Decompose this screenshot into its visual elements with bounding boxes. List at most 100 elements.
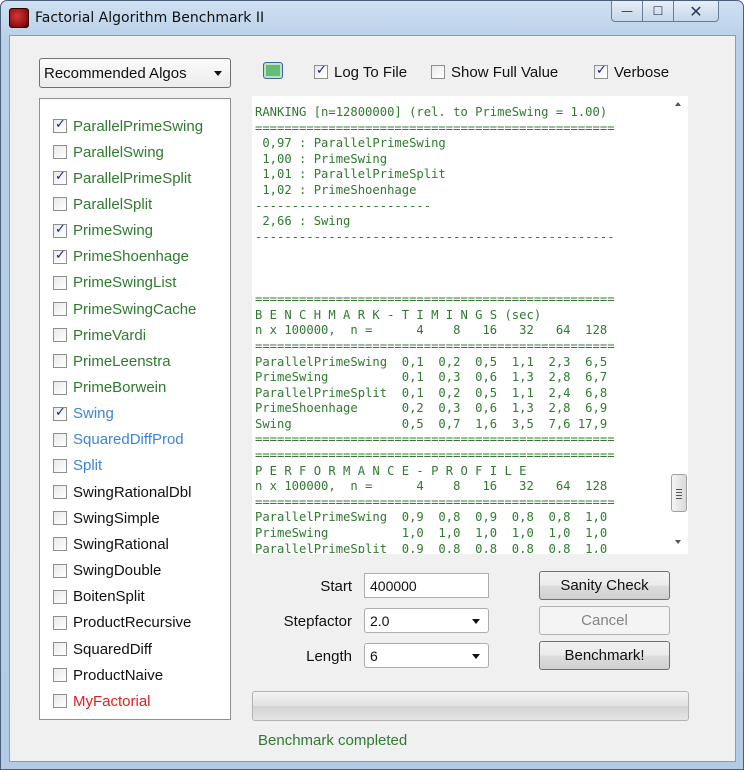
algorithm-item[interactable]: MyFactorial xyxy=(53,691,151,711)
algorithm-checkbox[interactable] xyxy=(53,432,67,447)
output-line: B E N C H M A R K - T I M I N G S (sec) xyxy=(255,307,542,322)
close-button[interactable]: ✕ xyxy=(673,1,719,22)
algorithm-item[interactable]: PrimeVardi xyxy=(53,325,146,345)
algorithm-checkbox[interactable] xyxy=(53,668,67,683)
start-input[interactable]: 400000 xyxy=(364,573,489,598)
algorithm-item[interactable]: SwingDouble xyxy=(53,561,161,581)
app-icon[interactable] xyxy=(9,8,29,28)
scroll-down-icon[interactable] xyxy=(675,540,681,544)
maximize-icon: ☐ xyxy=(652,4,664,18)
algorithm-label: ProductNaive xyxy=(73,666,164,684)
verbose-label: Verbose xyxy=(614,63,670,81)
benchmark-button[interactable]: Benchmark! xyxy=(539,641,670,670)
algorithm-label: PrimeShoenhage xyxy=(73,248,189,266)
chevron-down-icon xyxy=(214,71,222,76)
verbose-checkbox[interactable]: Verbose xyxy=(594,62,669,82)
scroll-thumb[interactable] xyxy=(671,474,687,512)
minimize-icon: — xyxy=(621,4,633,18)
algorithm-item[interactable]: SwingRational xyxy=(53,534,169,554)
algorithm-item[interactable]: ParallelPrimeSplit xyxy=(53,168,191,188)
scroll-up-icon[interactable] xyxy=(675,102,681,106)
algorithm-checkbox[interactable] xyxy=(53,222,67,238)
algorithm-item[interactable]: PrimeSwingList xyxy=(53,273,176,293)
output-line: n x 100000, n = 4 8 16 32 64 128 xyxy=(255,479,608,494)
algorithm-checkbox[interactable] xyxy=(53,642,67,656)
algorithm-checkbox[interactable] xyxy=(53,169,67,186)
output-line: ========================================… xyxy=(255,120,615,135)
color-chip-button[interactable] xyxy=(263,62,283,79)
algorithm-checkbox[interactable] xyxy=(53,615,67,630)
algorithm-item[interactable]: BoitenSplit xyxy=(53,587,145,607)
algorithm-checkbox[interactable] xyxy=(53,485,67,500)
maximize-button[interactable]: ☐ xyxy=(642,1,674,22)
show-full-value-box[interactable] xyxy=(431,65,445,79)
output-line: ParallelPrimeSplit 0,9 0,8 0,8 0,8 0,8 1… xyxy=(255,541,608,553)
algorithm-checkbox[interactable] xyxy=(53,275,67,290)
output-scrollbar[interactable] xyxy=(670,96,688,554)
algorithm-item[interactable]: PrimeLeenstra xyxy=(53,351,171,371)
verbose-box[interactable] xyxy=(594,63,608,79)
algorithm-item[interactable]: ParallelPrimeSwing xyxy=(53,116,203,136)
algorithm-item[interactable]: PrimeSwing xyxy=(53,221,153,241)
title-bar[interactable]: Factorial Algorithm Benchmark II — ☐ ✕ xyxy=(1,1,743,35)
algorithm-label: SwingDouble xyxy=(73,562,162,580)
output-panel[interactable]: RANKING [n=12800000] (rel. to PrimeSwing… xyxy=(252,96,688,554)
output-line: ----------------------------------------… xyxy=(255,229,615,244)
algorithm-item[interactable]: ProductNaive xyxy=(53,665,163,685)
close-icon: ✕ xyxy=(689,1,703,21)
algorithm-checkbox[interactable] xyxy=(53,458,67,473)
sanity-check-button[interactable]: Sanity Check xyxy=(539,571,670,600)
length-select[interactable]: 6 xyxy=(364,643,489,668)
algo-set-select[interactable]: Recommended Algos xyxy=(39,58,231,88)
algorithm-checkbox[interactable] xyxy=(53,511,67,526)
stepfactor-select[interactable]: 2.0 xyxy=(364,608,489,633)
algorithm-checkbox[interactable] xyxy=(53,537,67,552)
algorithm-checkbox[interactable] xyxy=(53,694,67,709)
algorithm-checkbox[interactable] xyxy=(53,563,67,578)
status-text: Benchmark completed xyxy=(258,732,408,749)
algorithm-checkbox[interactable] xyxy=(53,117,67,133)
algorithm-item[interactable]: PrimeBorwein xyxy=(53,378,166,398)
algorithm-item[interactable]: SwingSimple xyxy=(53,508,160,528)
algorithm-label: Split xyxy=(73,457,103,475)
output-line: ========================================… xyxy=(255,448,615,463)
log-to-file-box[interactable] xyxy=(314,63,328,79)
algorithm-label: PrimeSwing xyxy=(73,222,154,240)
minimize-button[interactable]: — xyxy=(611,1,643,22)
algorithm-checkbox[interactable] xyxy=(53,405,67,421)
algorithm-checkbox[interactable] xyxy=(53,302,67,317)
output-line: PrimeShoenhage 0,2 0,3 0,6 1,3 2,8 6,9 xyxy=(255,401,608,416)
grip-line xyxy=(676,489,682,490)
chevron-down-icon xyxy=(472,653,480,659)
chevron-down-icon xyxy=(472,618,480,624)
algorithm-checkbox[interactable] xyxy=(53,328,67,343)
algorithm-item[interactable]: Split xyxy=(53,456,102,476)
algorithm-checkbox[interactable] xyxy=(53,380,67,395)
client-area: Recommended Algos Log To File Show Full … xyxy=(9,35,736,762)
algorithm-label: PrimeSwingList xyxy=(73,274,177,292)
algorithm-label: SquaredDiffProd xyxy=(73,431,184,449)
output-line: RANKING [n=12800000] (rel. to PrimeSwing… xyxy=(255,105,608,119)
output-line: 1,01 : ParallelPrimeSplit xyxy=(255,167,446,182)
algorithm-item[interactable]: SquaredDiffProd xyxy=(53,430,184,450)
algorithm-item[interactable]: Swing xyxy=(53,404,114,424)
algorithm-item[interactable]: SwingRationalDbl xyxy=(53,482,191,502)
algorithm-checkbox[interactable] xyxy=(53,197,67,212)
algorithm-checkbox[interactable] xyxy=(53,589,67,604)
cancel-button[interactable]: Cancel xyxy=(539,606,670,635)
algorithm-item[interactable]: ParallelSplit xyxy=(53,194,152,214)
algorithm-label: ProductRecursive xyxy=(73,614,192,632)
algorithm-checkbox[interactable] xyxy=(53,248,67,264)
output-line: ========================================… xyxy=(255,432,615,447)
algorithm-item[interactable]: SquaredDiff xyxy=(53,639,152,659)
algorithm-item[interactable]: PrimeSwingCache xyxy=(53,299,196,319)
log-to-file-checkbox[interactable]: Log To File xyxy=(314,62,407,82)
algorithm-item[interactable]: ParallelSwing xyxy=(53,142,164,162)
algorithm-item[interactable]: PrimeShoenhage xyxy=(53,247,189,267)
algorithm-checkbox[interactable] xyxy=(53,145,67,160)
algorithm-checkbox[interactable] xyxy=(53,354,67,369)
algorithm-item[interactable]: ProductRecursive xyxy=(53,613,191,633)
output-line: ParallelPrimeSplit 0,1 0,2 0,5 1,1 2,4 6… xyxy=(255,385,608,400)
show-full-value-checkbox[interactable]: Show Full Value xyxy=(431,62,558,82)
progress-bar xyxy=(252,691,689,721)
